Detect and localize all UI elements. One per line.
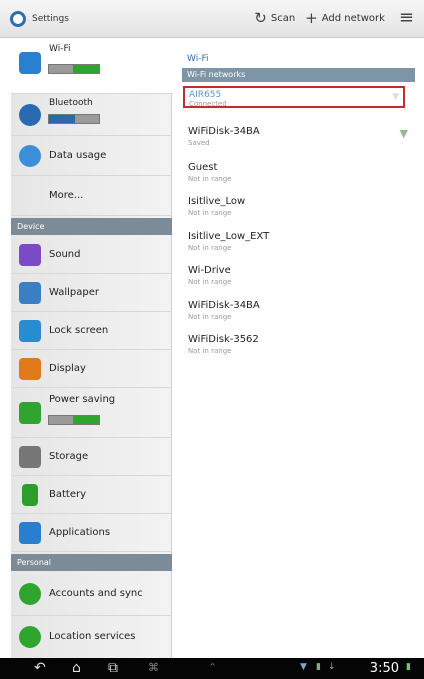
accounts-icon (19, 583, 41, 605)
add-network-button[interactable]: + Add network (305, 8, 385, 27)
sidebar-item-label: Lock screen (49, 325, 109, 336)
settings-gear-icon (10, 11, 26, 27)
network-status: Not in range (188, 313, 232, 321)
wifi-status-icon: ▼ (300, 662, 307, 672)
wifi-icon (19, 52, 41, 74)
back-icon[interactable]: ↶ (34, 659, 46, 677)
wifi-panel: Wi-Fi Wi-Fi networks AIR655 Connected ▼ … (174, 38, 415, 658)
network-status: Saved (188, 139, 210, 147)
battery-status-icon: ▮ (406, 662, 411, 672)
sidebar-item-label: Bluetooth (49, 98, 93, 108)
network-item[interactable]: WiFiDisk-34BA Saved ▼ (188, 126, 408, 147)
sidebar-item-accounts[interactable]: Accounts and sync (11, 572, 172, 616)
sidebar-item-location[interactable]: Location services (11, 616, 172, 658)
storage-icon (19, 446, 41, 468)
sidebar-item-lock-screen[interactable]: Lock screen (11, 312, 172, 350)
chevron-up-icon[interactable]: ⌃ (208, 659, 217, 677)
scan-icon: ↻ (254, 8, 267, 27)
network-name: WiFiDisk-34BA (188, 300, 260, 311)
status-clock: 3:50 (369, 661, 399, 676)
sidebar-item-label: Sound (49, 249, 81, 260)
location-icon (19, 626, 41, 648)
recent-apps-icon[interactable]: ⧉ (108, 659, 118, 677)
sidebar-item-label: Battery (49, 489, 87, 500)
bluetooth-icon (19, 104, 41, 126)
network-item[interactable]: Wi-Drive Not in range (188, 265, 408, 286)
sidebar-item-storage[interactable]: Storage (11, 438, 172, 476)
power-saving-toggle[interactable] (48, 415, 100, 425)
download-status-icon: ↓ (328, 662, 336, 672)
network-name: Guest (188, 162, 218, 173)
sidebar-item-label: Wi-Fi (49, 44, 71, 54)
network-status: Not in range (188, 278, 232, 286)
sidebar-item-wallpaper[interactable]: Wallpaper (11, 274, 172, 312)
add-network-label: Add network (321, 12, 385, 24)
network-item[interactable]: Isitlive_Low Not in range (188, 196, 408, 217)
action-bar: Settings ↻ Scan + Add network ≡ (0, 0, 424, 38)
overflow-menu-icon[interactable]: ≡ (399, 9, 414, 27)
screenshot-icon[interactable]: ⌘ (148, 659, 159, 677)
sidebar-item-display[interactable]: Display (11, 350, 172, 388)
sidebar-item-more[interactable]: More... (11, 176, 172, 216)
system-nav-bar: ↶ ⌂ ⧉ ⌘ ⌃ ▼ ▮ ↓ 3:50 ▮ (0, 658, 424, 679)
network-name: WiFiDisk-34BA (188, 126, 260, 137)
network-name: AIR655 (189, 90, 222, 100)
network-name: Wi-Drive (188, 265, 231, 276)
network-item[interactable]: Isitlive_Low_EXT Not in range (188, 231, 408, 252)
applications-icon (19, 522, 41, 544)
home-icon[interactable]: ⌂ (72, 659, 81, 677)
bluetooth-toggle[interactable] (48, 114, 100, 124)
network-status: Not in range (188, 244, 232, 252)
section-header-device: Device (11, 218, 172, 235)
battery-icon (22, 484, 38, 506)
signal-status-icon: ▮ (316, 662, 321, 672)
sidebar-item-power-saving[interactable]: Power saving (11, 388, 172, 438)
display-icon (19, 358, 41, 380)
network-item-connected[interactable]: AIR655 Connected ▼ (183, 86, 405, 108)
network-status: Not in range (188, 209, 232, 217)
scan-button[interactable]: ↻ Scan (254, 8, 296, 27)
network-item[interactable]: WiFiDisk-34BA Not in range (188, 300, 408, 321)
app-title-group: Settings (10, 10, 69, 28)
sidebar-item-label: Data usage (49, 150, 107, 161)
wifi-signal-icon: ▼ (392, 92, 399, 102)
wifi-toggle[interactable] (48, 64, 100, 74)
sidebar-item-data-usage[interactable]: Data usage (11, 136, 172, 176)
sidebar-item-bluetooth[interactable]: Bluetooth (11, 94, 172, 136)
sidebar-item-label: Location services (49, 631, 136, 642)
wifi-signal-icon: ▼ (399, 127, 408, 140)
network-status: Not in range (188, 175, 232, 183)
sidebar-item-label: Power saving (49, 394, 116, 405)
sidebar-item-label: Wallpaper (49, 287, 100, 298)
sound-icon (19, 244, 41, 266)
sidebar-item-wifi[interactable]: Wi-Fi (11, 38, 181, 94)
sidebar-item-label: Accounts and sync (49, 588, 143, 599)
wifi-networks-header: Wi-Fi networks (182, 68, 415, 82)
sidebar-item-label: Applications (49, 527, 111, 538)
network-name: Isitlive_Low_EXT (188, 231, 270, 242)
network-item[interactable]: Guest Not in range (188, 162, 408, 183)
network-status: Connected (189, 100, 227, 108)
sidebar-item-label: Storage (49, 451, 89, 462)
page-title: Wi-Fi (187, 54, 209, 64)
plus-icon: + (305, 8, 318, 27)
network-name: WiFiDisk-3562 (188, 334, 259, 345)
sidebar-item-label: Display (49, 363, 86, 374)
sidebar-item-applications[interactable]: Applications (11, 514, 172, 552)
section-header-personal: Personal (11, 554, 172, 571)
wallpaper-icon (19, 282, 41, 304)
network-item[interactable]: WiFiDisk-3562 Not in range (188, 334, 408, 355)
settings-sidebar: Wi-Fi Bluetooth Data usage More... Devic… (11, 38, 181, 658)
sidebar-item-sound[interactable]: Sound (11, 236, 172, 274)
power-saving-icon (19, 402, 41, 424)
app-title: Settings (32, 14, 69, 24)
sidebar-item-label: More... (49, 190, 84, 201)
network-name: Isitlive_Low (188, 196, 246, 207)
lock-icon (19, 320, 41, 342)
data-usage-icon (19, 145, 41, 167)
network-status: Not in range (188, 347, 232, 355)
scan-label: Scan (270, 12, 296, 24)
sidebar-item-battery[interactable]: Battery (11, 476, 172, 514)
action-bar-actions: ↻ Scan + Add network ≡ (244, 9, 414, 27)
